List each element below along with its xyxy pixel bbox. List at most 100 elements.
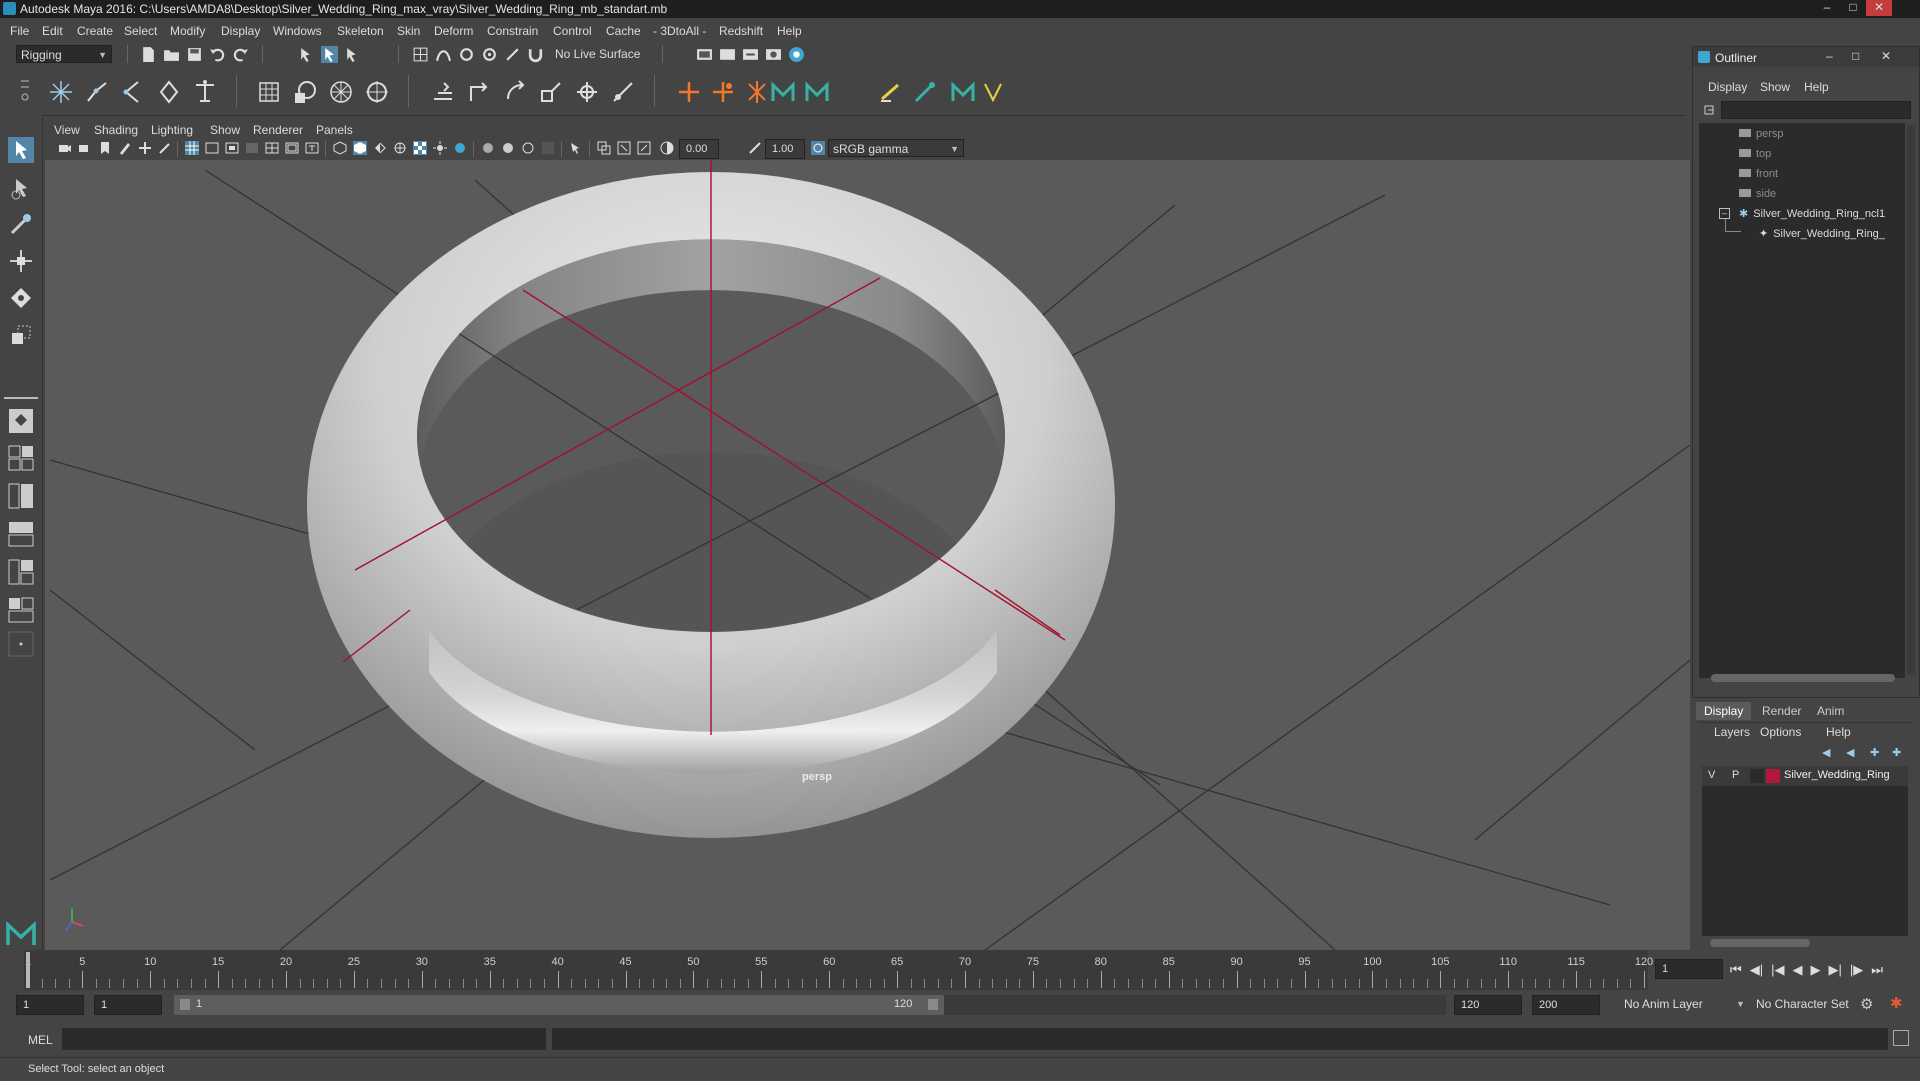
paint-select-icon[interactable]	[8, 211, 34, 237]
tree-item-side[interactable]: side	[1739, 188, 1776, 200]
range-end-handle[interactable]	[928, 999, 938, 1010]
outliner-vertical-scrollbar[interactable]	[1907, 125, 1915, 675]
tree-item-front[interactable]: front	[1739, 168, 1778, 180]
scale-constraint-icon[interactable]	[538, 79, 564, 105]
parent-constraint-icon[interactable]	[574, 79, 600, 105]
menu-cache[interactable]: Cache	[606, 24, 641, 38]
exposure-field[interactable]: 0.00	[679, 139, 719, 159]
time-slider[interactable]: 1510152025303540455055606570758085909510…	[0, 950, 1920, 990]
ipr-render-icon[interactable]	[719, 46, 736, 63]
tab-render[interactable]: Render	[1754, 702, 1809, 720]
field-chart-icon[interactable]	[265, 141, 279, 155]
viewport-menu-shading[interactable]: Shading	[94, 123, 138, 137]
menu-deform[interactable]: Deform	[434, 24, 473, 38]
close-icon[interactable]: ✕	[1881, 49, 1891, 63]
motion-blur-icon[interactable]	[501, 141, 515, 155]
gate-mask-icon[interactable]	[245, 141, 259, 155]
move-tool-icon[interactable]	[8, 248, 34, 274]
animation-end-field[interactable]: 200	[1532, 995, 1600, 1015]
shelf-handle[interactable]	[20, 75, 30, 105]
mirror-joint-icon[interactable]	[744, 79, 770, 105]
gamma-field[interactable]: 1.00	[765, 139, 805, 159]
four-view-layout-icon[interactable]	[8, 445, 34, 471]
command-language-label[interactable]: MEL	[28, 1033, 53, 1047]
snap-point-icon[interactable]	[458, 46, 475, 63]
tab-display[interactable]: Display	[1696, 702, 1752, 720]
film-gate-icon[interactable]	[205, 141, 219, 155]
orient-constraint-icon[interactable]	[502, 79, 528, 105]
menu-select[interactable]: Select	[124, 24, 157, 38]
layer-horizontal-scrollbar[interactable]	[1710, 939, 1810, 947]
current-frame-field[interactable]: 1	[1655, 959, 1723, 979]
step-back-key-icon[interactable]: |◀	[1771, 962, 1784, 978]
ik-spline-icon[interactable]	[120, 79, 146, 105]
close-icon[interactable]: ✕	[1866, 0, 1892, 16]
persp-hypergraph-layout-icon[interactable]	[8, 597, 34, 623]
go-to-end-icon[interactable]: ⏭	[1871, 962, 1883, 978]
cluster-icon[interactable]	[292, 79, 318, 105]
tree-item-ring-group[interactable]: ✱ Silver_Wedding_Ring_ncl1	[1739, 207, 1885, 220]
xray-joints-icon[interactable]	[637, 141, 651, 155]
viewport-menu-renderer[interactable]: Renderer	[253, 123, 303, 137]
snap-grid-icon[interactable]	[412, 46, 429, 63]
minimize-icon[interactable]: –	[1826, 49, 1833, 63]
lasso-tool-icon[interactable]	[8, 175, 34, 201]
resolution-gate-icon[interactable]	[225, 141, 239, 155]
wireframe-icon[interactable]	[333, 141, 347, 155]
outliner-horizontal-scrollbar[interactable]	[1711, 674, 1895, 682]
single-perspective-layout-icon[interactable]	[8, 408, 34, 434]
color-management-icon[interactable]	[811, 141, 825, 155]
select-component-icon[interactable]	[344, 46, 361, 63]
maximize-icon[interactable]: □	[1840, 0, 1866, 16]
image-plane-icon[interactable]	[98, 141, 112, 155]
smooth-shade-icon[interactable]	[353, 141, 367, 155]
menu-redshift[interactable]: Redshift	[719, 24, 763, 38]
paint-tool-icon[interactable]	[912, 79, 938, 105]
snap-view-plane-icon[interactable]	[481, 46, 498, 63]
lattice-icon[interactable]	[256, 79, 282, 105]
outliner-menu-show[interactable]: Show	[1760, 80, 1790, 94]
exposure-icon[interactable]	[660, 141, 674, 155]
outliner-menu-display[interactable]: Display	[1708, 80, 1747, 94]
wireframe-on-shaded-icon[interactable]	[393, 141, 407, 155]
layer-reference-toggle[interactable]	[1750, 769, 1764, 783]
sculpt-deformer-icon[interactable]	[364, 79, 390, 105]
paint-weights-icon[interactable]	[878, 79, 904, 105]
persp-graph-layout-icon[interactable]	[8, 521, 34, 547]
new-scene-icon[interactable]	[140, 46, 157, 63]
viewport-menu-show[interactable]: Show	[210, 123, 240, 137]
scale-tool-icon[interactable]	[8, 322, 34, 348]
anti-aliasing-icon[interactable]	[521, 141, 535, 155]
move-layer-down-icon[interactable]: ◀	[1846, 746, 1854, 759]
menu-constrain[interactable]: Constrain	[487, 24, 538, 38]
render-settings-icon[interactable]	[742, 46, 759, 63]
2d-pan-zoom-icon[interactable]	[138, 141, 152, 155]
step-forward-frame-icon[interactable]: |▶	[1850, 962, 1863, 978]
ik-handle-icon[interactable]	[84, 79, 110, 105]
open-scene-icon[interactable]	[163, 46, 180, 63]
menu-edit[interactable]: Edit	[42, 24, 63, 38]
save-scene-icon[interactable]	[186, 46, 203, 63]
viewport-menu-view[interactable]: View	[54, 123, 80, 137]
use-all-lights-icon[interactable]	[433, 141, 447, 155]
menu-modify[interactable]: Modify	[170, 24, 205, 38]
bookmark-camera-icon[interactable]	[78, 141, 92, 155]
grease-pencil-icon[interactable]	[118, 141, 132, 155]
tab-anim[interactable]: Anim	[1809, 702, 1852, 720]
character-set-dropdown[interactable]: No Character Set	[1752, 995, 1870, 1015]
menuset-dropdown[interactable]: Rigging ▼	[16, 45, 112, 63]
animation-preferences-icon[interactable]: ✱	[1890, 994, 1903, 1012]
undo-icon[interactable]	[209, 46, 226, 63]
magnet-icon[interactable]	[527, 46, 544, 63]
layer-row[interactable]: V P Silver_Wedding_Ring	[1702, 766, 1908, 786]
tree-item-persp[interactable]: persp	[1739, 128, 1784, 140]
menu-display[interactable]: Display	[221, 24, 260, 38]
outliner-search-input[interactable]	[1721, 101, 1911, 119]
outliner-menu-help[interactable]: Help	[1804, 80, 1829, 94]
redo-icon[interactable]	[232, 46, 249, 63]
chevron-down-icon[interactable]: ▼	[1736, 999, 1745, 1009]
select-tool-icon[interactable]	[8, 137, 34, 163]
menu-file[interactable]: File	[10, 24, 29, 38]
maya-script-icon[interactable]	[770, 79, 796, 105]
tree-item-top[interactable]: top	[1739, 148, 1771, 160]
